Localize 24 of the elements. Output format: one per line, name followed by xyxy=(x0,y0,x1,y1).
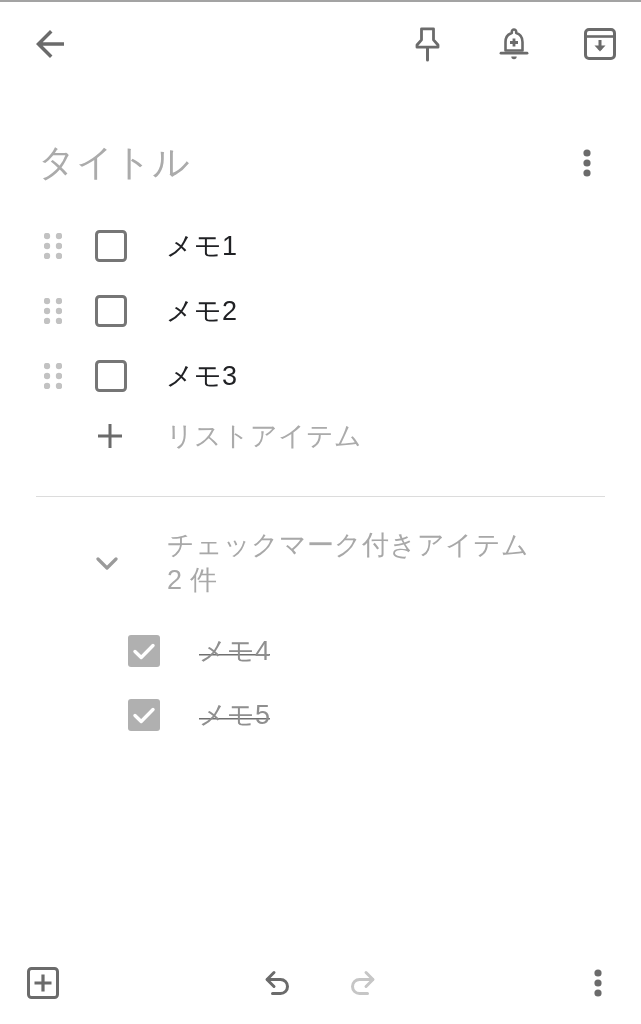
list-item-text[interactable]: メモ2 xyxy=(166,293,238,328)
list-item-text[interactable]: メモ3 xyxy=(166,358,238,393)
checkbox[interactable] xyxy=(95,229,127,262)
checkbox[interactable] xyxy=(128,635,160,667)
checkbox[interactable] xyxy=(128,699,160,731)
title-field[interactable]: タイトル xyxy=(38,142,563,184)
add-box-icon[interactable] xyxy=(27,967,59,999)
drag-handle-icon[interactable] xyxy=(44,362,62,389)
back-arrow-icon[interactable] xyxy=(36,30,64,58)
drag-handle-icon[interactable] xyxy=(44,232,62,259)
checked-items-label: チェックマーク付きアイテム xyxy=(167,529,529,562)
drag-handle-icon[interactable] xyxy=(44,297,62,324)
pin-icon[interactable] xyxy=(415,26,440,62)
bell-plus-icon[interactable] xyxy=(499,27,529,61)
list-item-text[interactable]: メモ1 xyxy=(166,228,238,263)
chevron-down-icon[interactable] xyxy=(96,556,118,570)
checked-items-count: 2 件 xyxy=(167,564,217,597)
undo-icon[interactable] xyxy=(264,969,292,997)
plus-icon xyxy=(97,422,123,449)
more-options-icon[interactable] xyxy=(594,969,602,997)
checkbox[interactable] xyxy=(95,294,127,327)
checkbox[interactable] xyxy=(95,359,127,392)
archive-icon[interactable] xyxy=(584,28,616,60)
more-options-icon[interactable] xyxy=(583,149,591,177)
